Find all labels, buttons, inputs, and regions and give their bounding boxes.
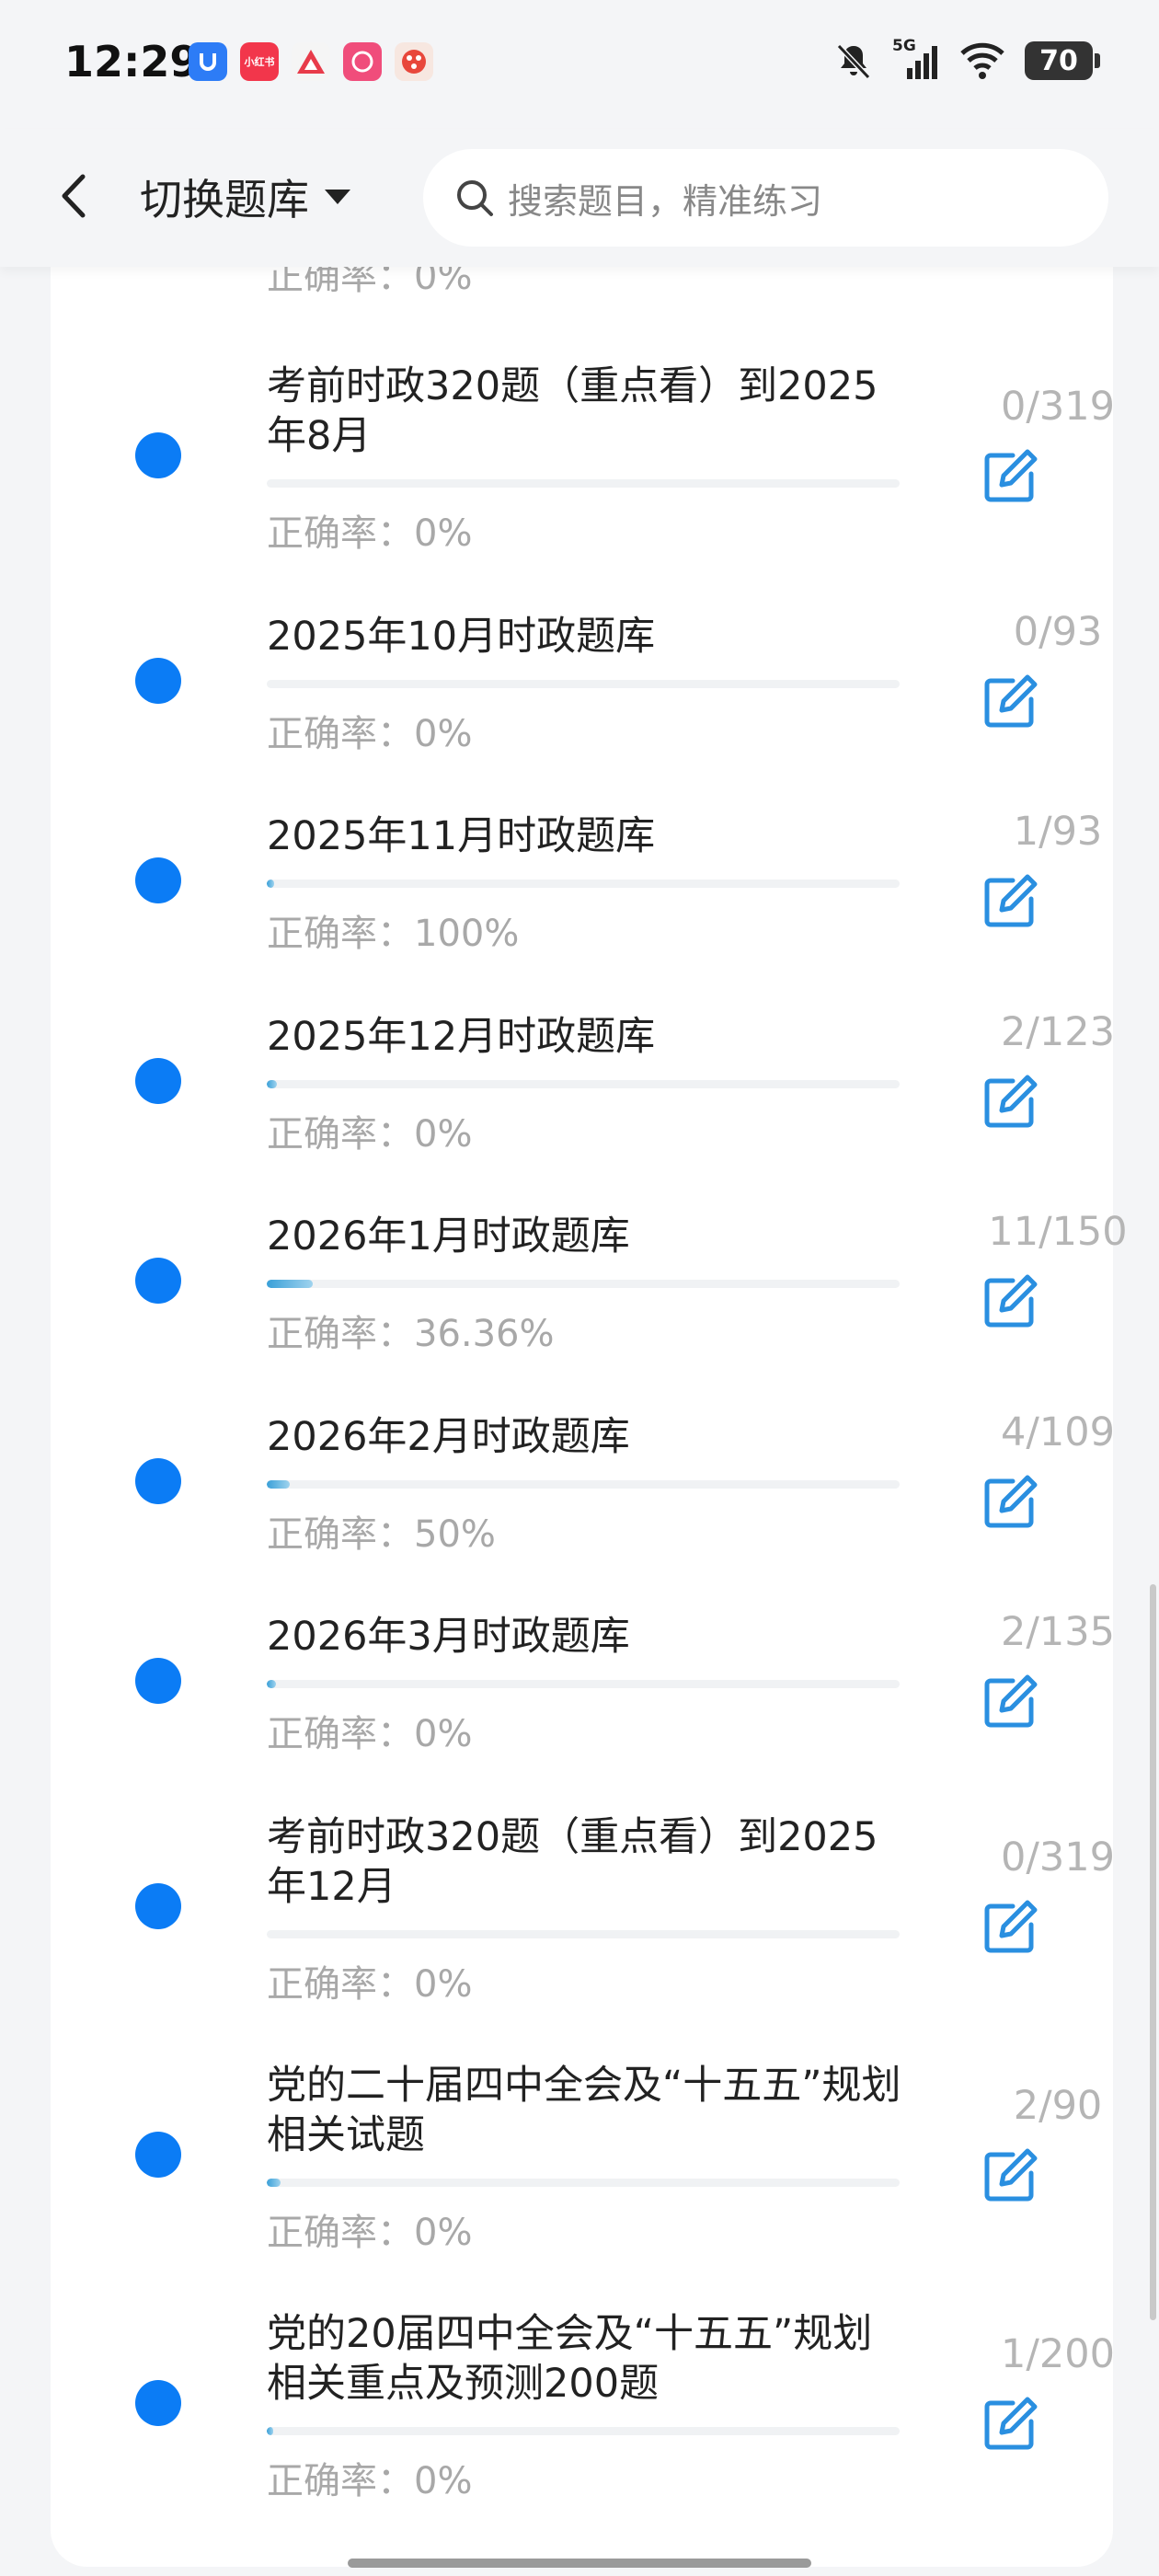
progress-fill — [267, 1680, 277, 1688]
edit-icon[interactable] — [981, 1672, 1040, 1731]
bank-title: 2026年1月时政题库 — [267, 1213, 630, 1259]
bank-accuracy: 正确率：0% — [267, 1713, 473, 1755]
bank-progress-count: 0/319 — [1001, 384, 1115, 430]
edit-icon[interactable] — [981, 2145, 1040, 2204]
notification-app-icons: 小红书 — [189, 42, 433, 81]
back-button[interactable] — [48, 164, 103, 228]
bank-status-dot — [135, 658, 181, 704]
edit-icon[interactable] — [981, 1072, 1040, 1131]
bank-title: 2025年12月时政题库 — [267, 1014, 656, 1060]
bank-progress-count: 2/135 — [1001, 1609, 1115, 1655]
bank-title: 考前时政320题（重点看）到2025年8月 — [267, 363, 878, 459]
bank-title: 2025年11月时政题库 — [267, 813, 656, 859]
bank-accuracy: 正确率：0% — [267, 1963, 473, 2006]
progress-fill — [267, 2179, 281, 2187]
edit-icon[interactable] — [981, 1472, 1040, 1531]
bank-title: 考前时政320题（重点看）到2025年12月 — [267, 1814, 878, 1910]
progress-fill — [267, 1480, 291, 1489]
bank-status-dot — [135, 1058, 181, 1104]
xiaohongshu-icon: 小红书 — [240, 42, 279, 81]
progress-fill — [267, 1280, 314, 1288]
bank-accuracy: 正确率：0% — [267, 2460, 473, 2502]
search-placeholder: 搜索题目，精准练习 — [508, 180, 823, 222]
bank-status-dot — [135, 1458, 181, 1504]
question-bank-list: 正确率：0% 考前时政320题（重点看）到2025年8月正确率：0% 0/319 2… — [51, 220, 1128, 2567]
signal-icon: 5G — [892, 37, 940, 81]
progress-bar — [267, 479, 900, 488]
bank-accuracy: 正确率：36.36% — [267, 1313, 555, 1355]
progress-bar — [267, 880, 900, 888]
bank-accuracy: 正确率：50% — [267, 1513, 496, 1556]
home-indicator[interactable] — [348, 2559, 811, 2568]
bank-progress-count: 0/93 — [1013, 609, 1103, 655]
bank-progress-count: 1/93 — [1013, 809, 1103, 855]
bank-title: 2026年3月时政题库 — [267, 1614, 630, 1660]
bank-title: 2026年2月时政题库 — [267, 1414, 630, 1460]
status-time: 12:29 — [64, 37, 200, 86]
search-icon — [457, 180, 493, 216]
search-input[interactable]: 搜索题目，精准练习 — [423, 149, 1108, 247]
bank-progress-count: 2/123 — [1001, 1009, 1115, 1055]
app-icon-game — [395, 42, 433, 81]
bank-accuracy: 正确率：0% — [267, 2212, 473, 2254]
bank-status-dot — [135, 1658, 181, 1704]
app-icon-pink — [343, 42, 382, 81]
progress-fill — [267, 880, 274, 888]
bank-title: 2025年10月时政题库 — [267, 614, 656, 660]
app-icon-blue — [189, 42, 227, 81]
bank-progress-count: 11/150 — [988, 1209, 1128, 1255]
bank-status-dot — [135, 432, 181, 478]
edit-icon[interactable] — [981, 446, 1040, 505]
bank-title: 党的二十届四中全会及“十五五”规划相关试题 — [267, 2063, 901, 2158]
edit-icon[interactable] — [981, 871, 1040, 930]
bank-progress-count: 0/319 — [1001, 1834, 1115, 1880]
bank-accuracy: 正确率：0% — [267, 713, 473, 755]
bank-accuracy: 正确率：100% — [267, 913, 520, 955]
bank-status-dot — [135, 1258, 181, 1304]
progress-fill — [267, 2427, 273, 2435]
status-indicators: 5G 70 — [833, 37, 1100, 81]
battery-indicator: 70 — [1025, 41, 1100, 80]
bank-status-dot — [135, 1883, 181, 1929]
progress-bar — [267, 2427, 900, 2435]
scrollbar[interactable] — [1150, 1584, 1156, 2320]
bank-title: 党的20届四中全会及“十五五”规划相关重点及预测200题 — [267, 2311, 873, 2407]
status-bar: 12:29 小红书 5G 70 — [0, 0, 1159, 129]
app-icon-red-triangle — [292, 42, 330, 81]
bank-status-dot — [135, 2380, 181, 2426]
progress-bar — [267, 1480, 900, 1489]
bank-accuracy: 正确率：0% — [267, 512, 473, 555]
progress-bar — [267, 1080, 900, 1088]
edit-icon[interactable] — [981, 1271, 1040, 1330]
edit-icon[interactable] — [981, 672, 1040, 730]
caret-down-icon — [325, 190, 350, 204]
progress-bar — [267, 1280, 900, 1288]
switch-question-bank-button[interactable]: 切换题库 — [140, 167, 353, 226]
bank-status-dot — [135, 857, 181, 903]
edit-icon[interactable] — [981, 2394, 1040, 2453]
bank-progress-count: 4/109 — [1001, 1409, 1115, 1455]
progress-bar — [267, 2179, 900, 2187]
bank-status-dot — [135, 2132, 181, 2178]
bank-progress-count: 1/200 — [1001, 2331, 1115, 2377]
progress-fill — [267, 1080, 277, 1088]
chevron-left-icon — [62, 174, 86, 218]
wifi-icon — [960, 42, 1004, 79]
top-bar: 切换题库 搜索题目，精准练习 — [0, 129, 1159, 267]
mute-bell-icon — [836, 43, 871, 80]
switch-question-bank-label: 切换题库 — [140, 175, 309, 224]
bank-accuracy: 正确率：0% — [267, 1113, 473, 1156]
bank-progress-count: 2/90 — [1013, 2083, 1103, 2129]
progress-bar — [267, 680, 900, 688]
progress-bar — [267, 1930, 900, 1938]
edit-icon[interactable] — [981, 1897, 1040, 1956]
progress-bar — [267, 1680, 900, 1688]
